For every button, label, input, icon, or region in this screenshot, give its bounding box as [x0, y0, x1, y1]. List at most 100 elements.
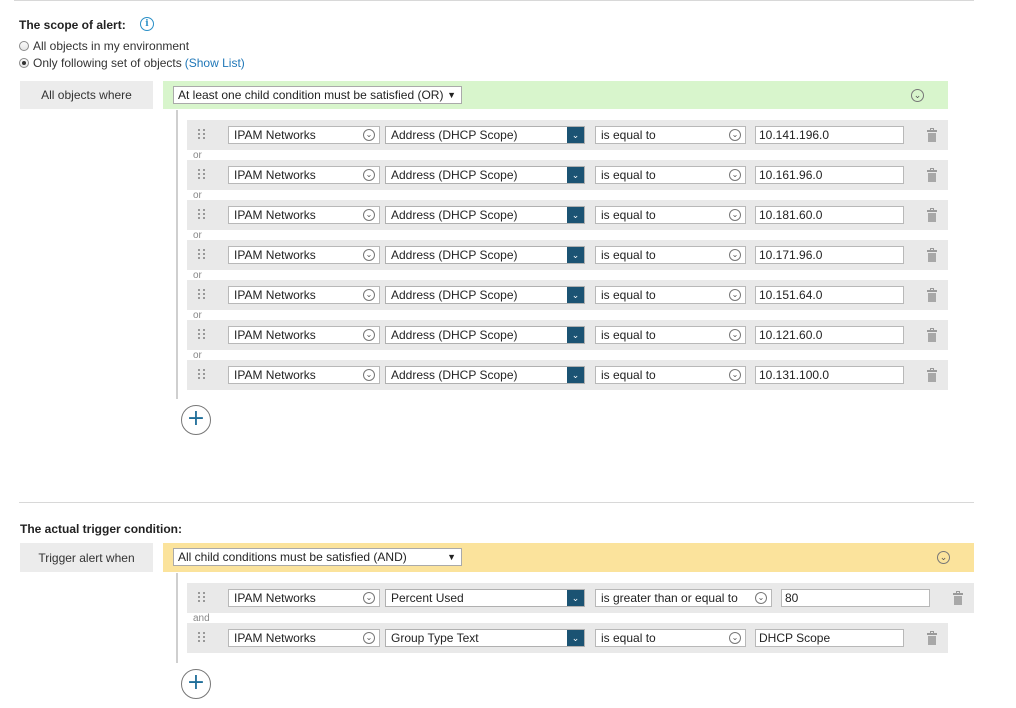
- operator-select[interactable]: is equal to ⌄: [595, 286, 746, 304]
- value-input[interactable]: 80: [781, 589, 930, 607]
- chevron-down-circle-icon[interactable]: ⌄: [729, 632, 741, 644]
- value-input[interactable]: 10.131.100.0: [755, 366, 904, 384]
- add-trigger-condition-button[interactable]: +: [181, 669, 211, 699]
- scope-group-mode-select[interactable]: At least one child condition must be sat…: [173, 86, 462, 104]
- trash-icon[interactable]: [926, 248, 938, 262]
- field-select[interactable]: Address (DHCP Scope) ⌄: [385, 286, 585, 304]
- trash-icon[interactable]: [952, 591, 964, 605]
- trash-icon[interactable]: [926, 368, 938, 382]
- trigger-group-mode-select[interactable]: All child conditions must be satisfied (…: [173, 548, 462, 566]
- operator-select[interactable]: is equal to ⌄: [595, 326, 746, 344]
- operator-select[interactable]: is equal to ⌄: [595, 366, 746, 384]
- value-input[interactable]: 10.171.96.0: [755, 246, 904, 264]
- trash-icon[interactable]: [926, 128, 938, 142]
- value-input[interactable]: DHCP Scope: [755, 629, 904, 647]
- operator-select[interactable]: is equal to ⌄: [595, 126, 746, 144]
- operator-value: is equal to: [601, 631, 656, 645]
- trash-icon[interactable]: [926, 631, 938, 645]
- field-select[interactable]: Group Type Text ⌄: [385, 629, 585, 647]
- radio-all-objects[interactable]: All objects in my environment: [19, 39, 189, 53]
- chevron-down-circle-icon[interactable]: ⌄: [729, 209, 741, 221]
- condition-row: IPAM Networks ⌄ Address (DHCP Scope) ⌄ is eq…: [187, 200, 948, 230]
- entity-select[interactable]: IPAM Networks ⌄: [228, 286, 380, 304]
- chevron-down-circle-icon[interactable]: ⌄: [729, 249, 741, 261]
- chevron-down-icon[interactable]: ⌄: [567, 327, 584, 343]
- operator-select[interactable]: is greater than or equal to ⌄: [595, 589, 772, 607]
- chevron-down-icon[interactable]: ⌄: [567, 367, 584, 383]
- chevron-down-circle-icon[interactable]: ⌄: [363, 592, 375, 604]
- drag-handle-icon[interactable]: [198, 329, 206, 341]
- trash-icon[interactable]: [926, 288, 938, 302]
- chevron-down-icon[interactable]: ⌄: [567, 167, 584, 183]
- add-scope-condition-button[interactable]: +: [181, 405, 211, 435]
- collapse-circle-icon[interactable]: ⌄: [937, 551, 950, 564]
- radio-button[interactable]: [19, 41, 29, 51]
- chevron-down-circle-icon[interactable]: ⌄: [363, 249, 375, 261]
- trigger-group-label: Trigger alert when: [20, 543, 153, 572]
- value-input[interactable]: 10.161.96.0: [755, 166, 904, 184]
- entity-select[interactable]: IPAM Networks ⌄: [228, 126, 380, 144]
- chevron-down-circle-icon[interactable]: ⌄: [729, 329, 741, 341]
- chevron-down-circle-icon[interactable]: ⌄: [363, 289, 375, 301]
- chevron-down-circle-icon[interactable]: ⌄: [363, 209, 375, 221]
- collapse-circle-icon[interactable]: ⌄: [911, 89, 924, 102]
- value-input[interactable]: 10.141.196.0: [755, 126, 904, 144]
- drag-handle-icon[interactable]: [198, 169, 206, 181]
- drag-handle-icon[interactable]: [198, 632, 206, 644]
- show-list-link[interactable]: (Show List): [185, 56, 245, 70]
- field-select[interactable]: Address (DHCP Scope) ⌄: [385, 326, 585, 344]
- chevron-down-circle-icon[interactable]: ⌄: [729, 129, 741, 141]
- operator-select[interactable]: is equal to ⌄: [595, 206, 746, 224]
- drag-handle-icon[interactable]: [198, 289, 206, 301]
- field-select[interactable]: Address (DHCP Scope) ⌄: [385, 126, 585, 144]
- chevron-down-circle-icon[interactable]: ⌄: [729, 169, 741, 181]
- trash-icon[interactable]: [926, 328, 938, 342]
- value-input[interactable]: 10.151.64.0: [755, 286, 904, 304]
- operator-select[interactable]: is equal to ⌄: [595, 166, 746, 184]
- trash-icon[interactable]: [926, 168, 938, 182]
- field-select[interactable]: Address (DHCP Scope) ⌄: [385, 166, 585, 184]
- chevron-down-circle-icon[interactable]: ⌄: [363, 632, 375, 644]
- field-select[interactable]: Address (DHCP Scope) ⌄: [385, 366, 585, 384]
- drag-handle-icon[interactable]: [198, 209, 206, 221]
- chevron-down-icon[interactable]: ⌄: [567, 247, 584, 263]
- field-value: Address (DHCP Scope): [391, 288, 518, 302]
- chevron-down-circle-icon[interactable]: ⌄: [363, 169, 375, 181]
- chevron-down-icon[interactable]: ⌄: [567, 207, 584, 223]
- operator-select[interactable]: is equal to ⌄: [595, 629, 746, 647]
- drag-handle-icon[interactable]: [198, 129, 206, 141]
- entity-select[interactable]: IPAM Networks ⌄: [228, 629, 380, 647]
- value-input[interactable]: 10.181.60.0: [755, 206, 904, 224]
- drag-handle-icon[interactable]: [198, 592, 206, 604]
- entity-select[interactable]: IPAM Networks ⌄: [228, 206, 380, 224]
- info-icon[interactable]: i: [140, 17, 154, 31]
- chevron-down-circle-icon[interactable]: ⌄: [363, 329, 375, 341]
- chevron-down-circle-icon[interactable]: ⌄: [363, 129, 375, 141]
- field-select[interactable]: Address (DHCP Scope) ⌄: [385, 206, 585, 224]
- field-select[interactable]: Percent Used ⌄: [385, 589, 585, 607]
- operator-select[interactable]: is equal to ⌄: [595, 246, 746, 264]
- entity-value: IPAM Networks: [234, 128, 316, 142]
- group-mode-value: At least one child condition must be sat…: [178, 88, 444, 102]
- entity-select[interactable]: IPAM Networks ⌄: [228, 366, 380, 384]
- entity-select[interactable]: IPAM Networks ⌄: [228, 326, 380, 344]
- drag-handle-icon[interactable]: [198, 369, 206, 381]
- field-select[interactable]: Address (DHCP Scope) ⌄: [385, 246, 585, 264]
- radio-selected-objects[interactable]: Only following set of objects (Show List…: [19, 56, 245, 70]
- chevron-down-icon[interactable]: ⌄: [567, 127, 584, 143]
- chevron-down-icon[interactable]: ⌄: [567, 287, 584, 303]
- entity-select[interactable]: IPAM Networks ⌄: [228, 246, 380, 264]
- chevron-down-circle-icon[interactable]: ⌄: [729, 369, 741, 381]
- entity-select[interactable]: IPAM Networks ⌄: [228, 166, 380, 184]
- entity-select[interactable]: IPAM Networks ⌄: [228, 589, 380, 607]
- chevron-down-circle-icon[interactable]: ⌄: [363, 369, 375, 381]
- value-text: 10.151.64.0: [759, 288, 823, 302]
- chevron-down-icon[interactable]: ⌄: [567, 630, 584, 646]
- trash-icon[interactable]: [926, 208, 938, 222]
- chevron-down-circle-icon[interactable]: ⌄: [729, 289, 741, 301]
- radio-button-checked[interactable]: [19, 58, 29, 68]
- chevron-down-icon[interactable]: ⌄: [567, 590, 584, 606]
- value-input[interactable]: 10.121.60.0: [755, 326, 904, 344]
- chevron-down-circle-icon[interactable]: ⌄: [755, 592, 767, 604]
- drag-handle-icon[interactable]: [198, 249, 206, 261]
